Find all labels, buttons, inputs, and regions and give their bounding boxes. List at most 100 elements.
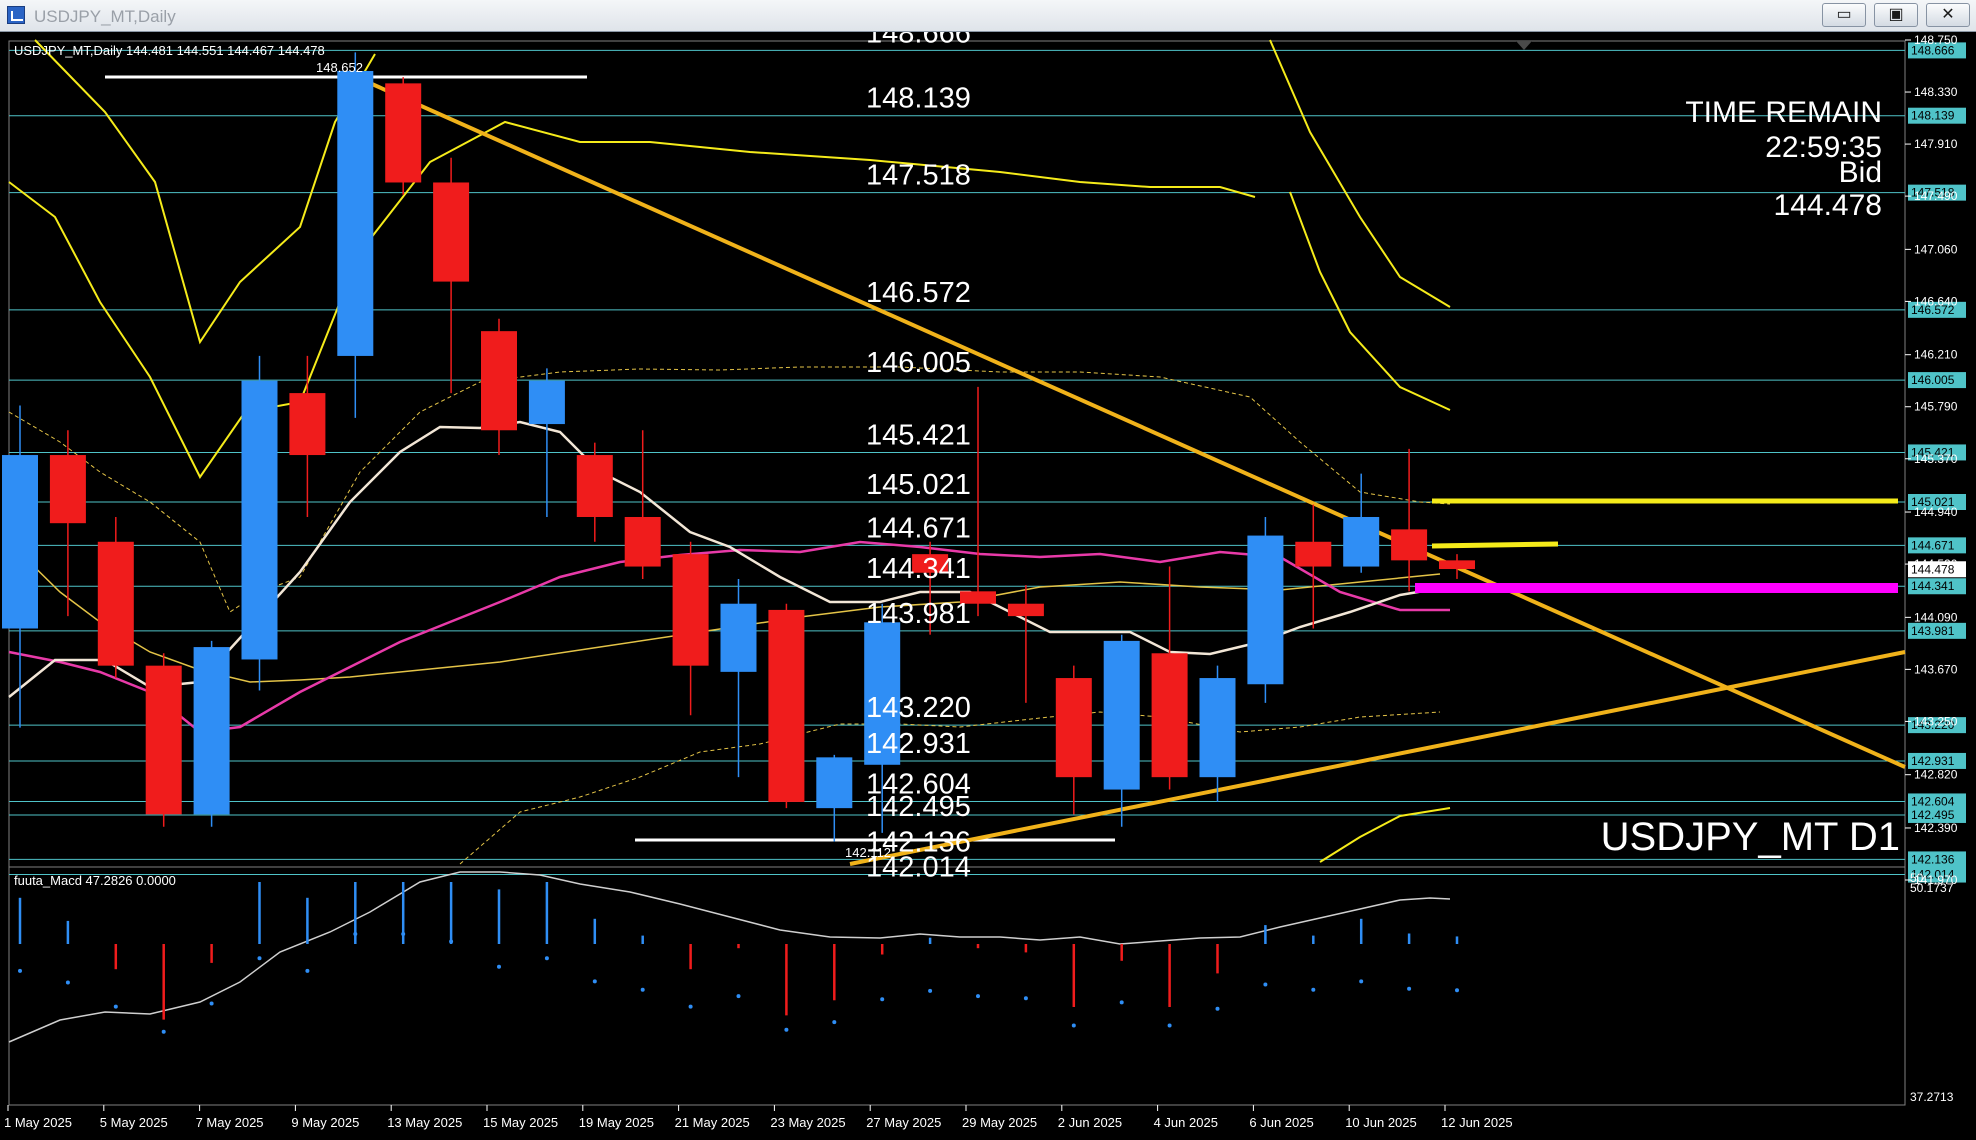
macd-dot: [209, 1001, 214, 1006]
price-axis-label: 145.790: [1914, 400, 1958, 414]
window-title-bar: USDJPY_MT,Daily ▭ ▣ ✕: [0, 0, 1976, 32]
date-axis-label: 4 Jun 2025: [1154, 1115, 1218, 1130]
bear-candle: [1151, 653, 1188, 778]
bear-candle: [49, 455, 86, 524]
date-axis: 1 May 2025 5 May 2025 7 May 2025 9 May 2025…: [4, 1105, 1513, 1130]
high-label: 148.652: [316, 60, 363, 75]
level-label: 148.139: [866, 83, 971, 115]
macd-dot: [1311, 987, 1316, 992]
level-price-tag-text: 148.139: [1911, 109, 1955, 123]
date-axis-label: 10 Jun 2025: [1345, 1115, 1417, 1130]
price-axis-label: 146.640: [1914, 294, 1958, 308]
price-axis-label: 148.330: [1914, 85, 1958, 99]
macd-dot: [784, 1027, 789, 1032]
price-axis-label: 142.820: [1914, 768, 1958, 782]
bull-candle: [816, 757, 853, 809]
macd-dot: [305, 968, 310, 973]
price-axis-label: 148.750: [1914, 33, 1958, 47]
level-price-tag-text: 144.341: [1911, 579, 1955, 593]
macd-axis-top: 50.1737: [1910, 881, 1954, 895]
date-axis-label: 5 May 2025: [100, 1115, 168, 1130]
macd-dot: [65, 980, 70, 985]
macd-dot: [1215, 1006, 1220, 1011]
date-axis-label: 15 May 2025: [483, 1115, 558, 1130]
bear-candle: [624, 516, 661, 567]
macd-dot: [161, 1029, 166, 1034]
bear-candle: [1439, 560, 1475, 570]
macd-dot: [497, 964, 501, 969]
level-label: 144.671: [866, 512, 971, 544]
macd-dot: [1023, 996, 1028, 1001]
bull-candle: [528, 380, 565, 425]
price-axis-label: 147.060: [1914, 242, 1958, 256]
bear-candle: [433, 182, 470, 282]
price-axis-label: 143.670: [1914, 662, 1958, 676]
macd-dot: [1455, 988, 1459, 993]
level-price-tag-text: 143.981: [1911, 624, 1955, 638]
bid-label: Bid: [1839, 156, 1882, 189]
macd-dot: [1359, 979, 1364, 984]
bull-candle: [1199, 678, 1236, 778]
macd-dot: [449, 939, 454, 944]
macd-axis-bottom: 37.2713: [1910, 1090, 1954, 1104]
level-label: 145.021: [866, 469, 971, 501]
close-button[interactable]: ✕: [1926, 3, 1970, 27]
price-axis-label: 145.370: [1914, 452, 1958, 466]
price-axis-label: 146.210: [1914, 348, 1958, 362]
maximize-button[interactable]: ▣: [1874, 3, 1918, 27]
minimize-button[interactable]: ▭: [1822, 3, 1866, 27]
bull-candle: [193, 647, 230, 815]
price-axis-label: 147.910: [1914, 137, 1958, 151]
macd-dot: [1119, 1000, 1124, 1005]
macd-dot: [1071, 1023, 1076, 1028]
macd-dot: [18, 968, 22, 973]
macd-dot: [257, 956, 262, 961]
macd-dot: [928, 988, 933, 993]
bear-candle: [576, 455, 613, 517]
price-axis-label: 143.250: [1914, 714, 1958, 728]
price-axis-label: 147.490: [1914, 189, 1958, 203]
chart-window-icon: [7, 6, 25, 24]
date-axis-label: 19 May 2025: [579, 1115, 654, 1130]
date-axis-label: 7 May 2025: [196, 1115, 264, 1130]
bull-candle: [1343, 516, 1380, 567]
macd-dot: [640, 987, 645, 992]
macd-dot: [113, 1004, 118, 1009]
bear-candle: [672, 554, 709, 666]
date-axis-label: 13 May 2025: [387, 1115, 462, 1130]
macd-dot: [688, 1004, 693, 1009]
date-axis-label: 23 May 2025: [770, 1115, 845, 1130]
bull-candle: [720, 603, 757, 672]
macd-dot: [880, 997, 885, 1002]
level-label: 143.981: [866, 598, 971, 630]
low-label: 142.112: [845, 845, 891, 860]
bull-candle: [1247, 535, 1284, 685]
chart-info: USDJPY_MT,Daily 144.481 144.551 144.467 …: [14, 43, 325, 58]
level-label: 145.421: [866, 419, 971, 451]
bull-candle: [337, 70, 374, 356]
level-label: 146.005: [866, 347, 971, 379]
chart-area[interactable]: 148.666 148.139 147.518 146.572 146.005 145.4…: [0, 32, 1976, 1140]
date-axis-label: 29 May 2025: [962, 1115, 1037, 1130]
date-axis-label: 27 May 2025: [866, 1115, 941, 1130]
bull-candle: [1103, 640, 1140, 790]
bear-candle: [1055, 678, 1092, 778]
level-label: 148.666: [866, 32, 971, 49]
bear-candle: [1295, 541, 1332, 567]
current-price-tag-text: 144.478: [1911, 562, 1955, 576]
price-axis-label: 144.090: [1914, 610, 1958, 624]
price-axis-label: 144.940: [1914, 505, 1958, 519]
price-chart[interactable]: 148.666 148.139 147.518 146.572 146.005 145.4…: [0, 32, 1976, 1140]
level-label: 142.931: [866, 728, 971, 760]
date-axis-label: 9 May 2025: [291, 1115, 359, 1130]
date-axis-label: 21 May 2025: [675, 1115, 750, 1130]
level-price-tag-text: 146.005: [1911, 373, 1955, 387]
level-label: 146.572: [866, 277, 971, 309]
short-level-line: [1431, 541, 1559, 549]
bid-value: 144.478: [1774, 189, 1882, 222]
date-axis-label: 2 Jun 2025: [1058, 1115, 1122, 1130]
macd-label: fuuta_Macd 47.2826 0.0000: [14, 873, 176, 888]
bear-candle: [1007, 603, 1044, 617]
macd-dot: [401, 932, 406, 936]
macd-dot: [1167, 1023, 1172, 1028]
